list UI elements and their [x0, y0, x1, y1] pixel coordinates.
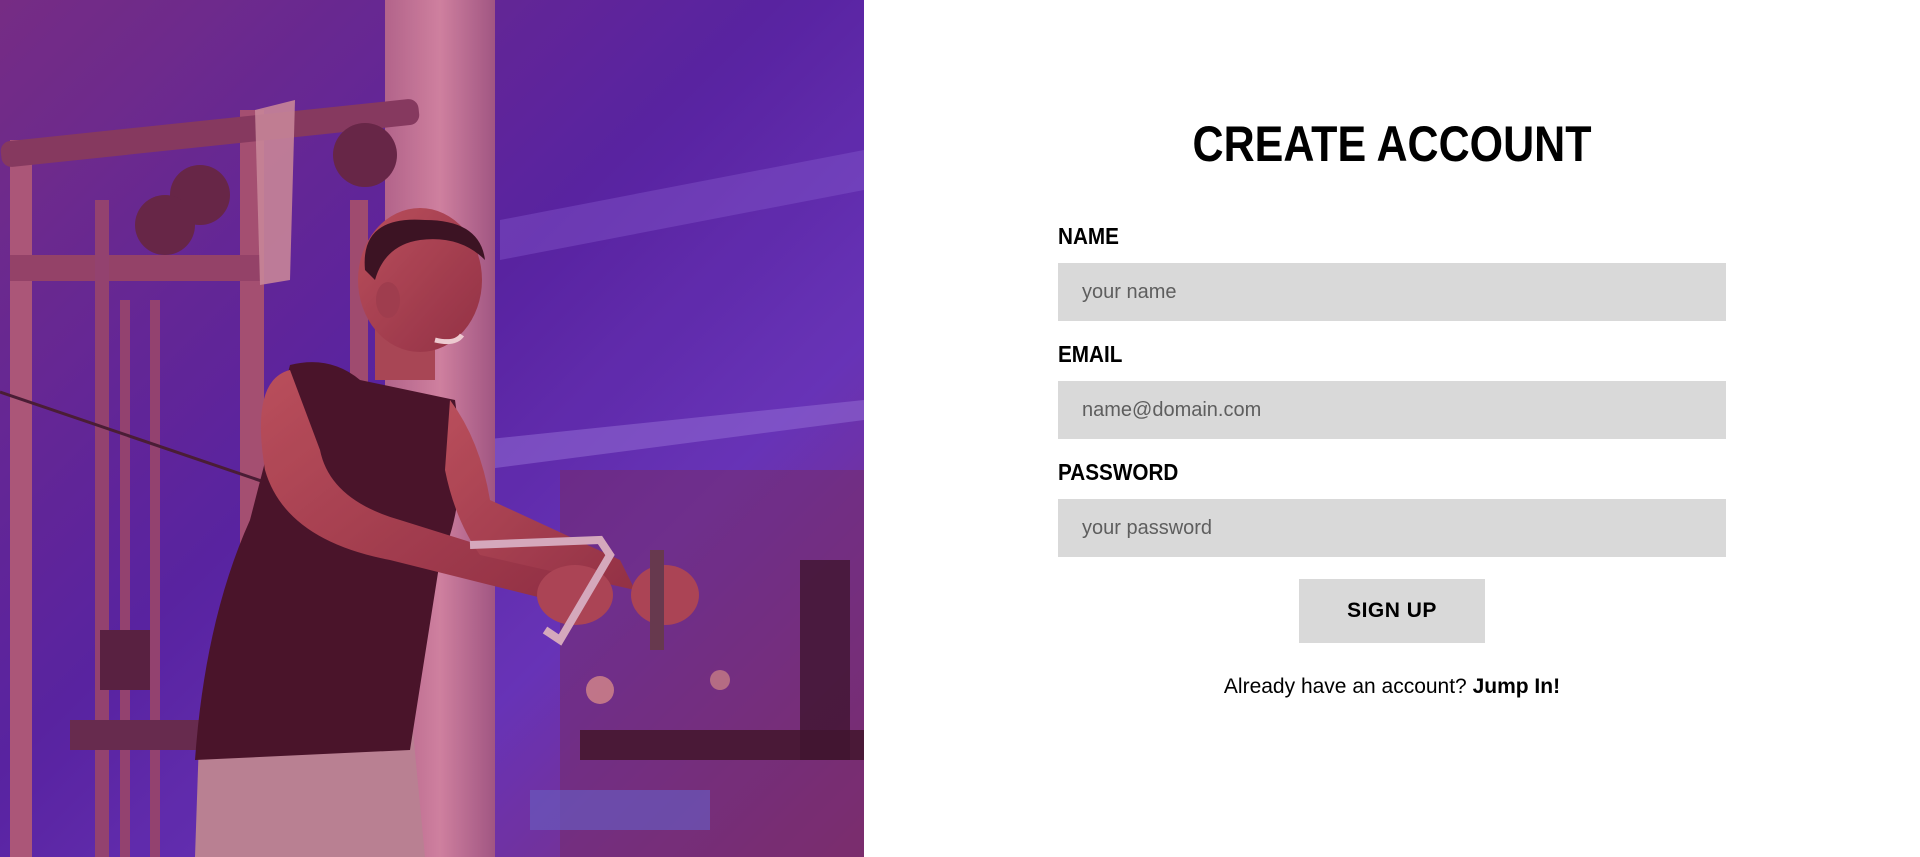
- signin-prompt-row: Already have an account? Jump In!: [1058, 675, 1726, 699]
- form-panel: CREATE ACCOUNT NAME EMAIL PASSWORD SIGN …: [864, 0, 1920, 857]
- name-label: NAME: [1058, 223, 1119, 249]
- button-row: SIGN UP: [1058, 579, 1726, 643]
- password-input[interactable]: [1058, 499, 1726, 557]
- hero-image: [0, 0, 864, 857]
- name-input[interactable]: [1058, 263, 1726, 321]
- jump-in-link[interactable]: Jump In!: [1473, 675, 1561, 698]
- email-input[interactable]: [1058, 381, 1726, 439]
- signup-form: CREATE ACCOUNT NAME EMAIL PASSWORD SIGN …: [1058, 110, 1726, 699]
- sign-up-button[interactable]: SIGN UP: [1299, 579, 1485, 643]
- password-label: PASSWORD: [1058, 459, 1179, 485]
- signin-prompt: Already have an account?: [1223, 675, 1467, 698]
- signup-page: CREATE ACCOUNT NAME EMAIL PASSWORD SIGN …: [0, 0, 1920, 857]
- page-title: CREATE ACCOUNT: [1192, 116, 1592, 172]
- email-label: EMAIL: [1058, 341, 1123, 367]
